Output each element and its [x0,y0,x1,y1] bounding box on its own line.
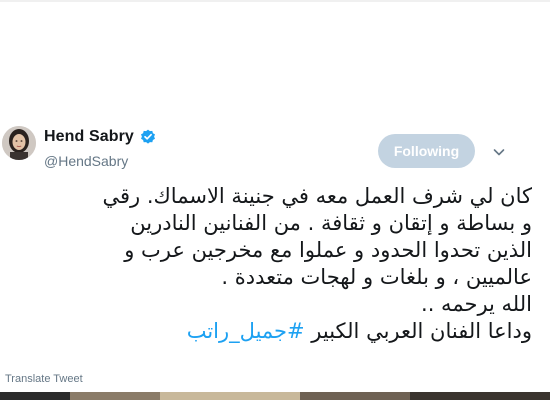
hashtag-link[interactable]: #جميل_راتب [187,319,305,343]
tweet-line: الله يرحمه .. [421,292,532,316]
chevron-down-icon[interactable] [491,144,507,160]
tweet-page: Hend Sabry @HendSabry Following كان لي ش… [0,0,550,400]
tweet-last-line: وداعا الفنان العربي الكبير #جميل_راتب [0,318,532,345]
media-thumb-part [160,392,300,400]
media-thumb-part [0,392,70,400]
verified-badge-icon [140,129,156,145]
media-thumb-part [70,392,160,400]
name-row: Hend Sabry [44,128,156,146]
tweet-line: الذين تحدوا الحدود و عملوا مع مخرجين عرب… [124,238,532,262]
tweet-line: وداعا الفنان العربي الكبير [304,319,532,343]
user-handle[interactable]: @HendSabry [44,153,128,169]
media-preview-edge[interactable] [0,392,550,400]
translate-tweet-link[interactable]: Translate Tweet [5,373,83,385]
tweet-line: كان لي شرف العمل معه في جنينة الاسماك. ر… [102,184,532,208]
media-thumb-part [410,392,550,400]
following-button[interactable]: Following [378,134,475,168]
tweet-header: Hend Sabry @HendSabry Following [0,124,550,180]
avatar-image [2,126,36,160]
tweet-line: و بساطة و إتقان و ثقافة . من الفنانين ال… [130,211,532,235]
media-thumb-part [300,392,410,400]
top-divider [0,0,550,2]
blank-top-area [0,0,550,112]
tweet-line: عالميين ، و بلغات و لهجات متعددة . [221,265,532,289]
display-name[interactable]: Hend Sabry [44,128,134,146]
avatar[interactable] [2,126,36,160]
tweet-text: كان لي شرف العمل معه في جنينة الاسماك. ر… [0,183,532,345]
